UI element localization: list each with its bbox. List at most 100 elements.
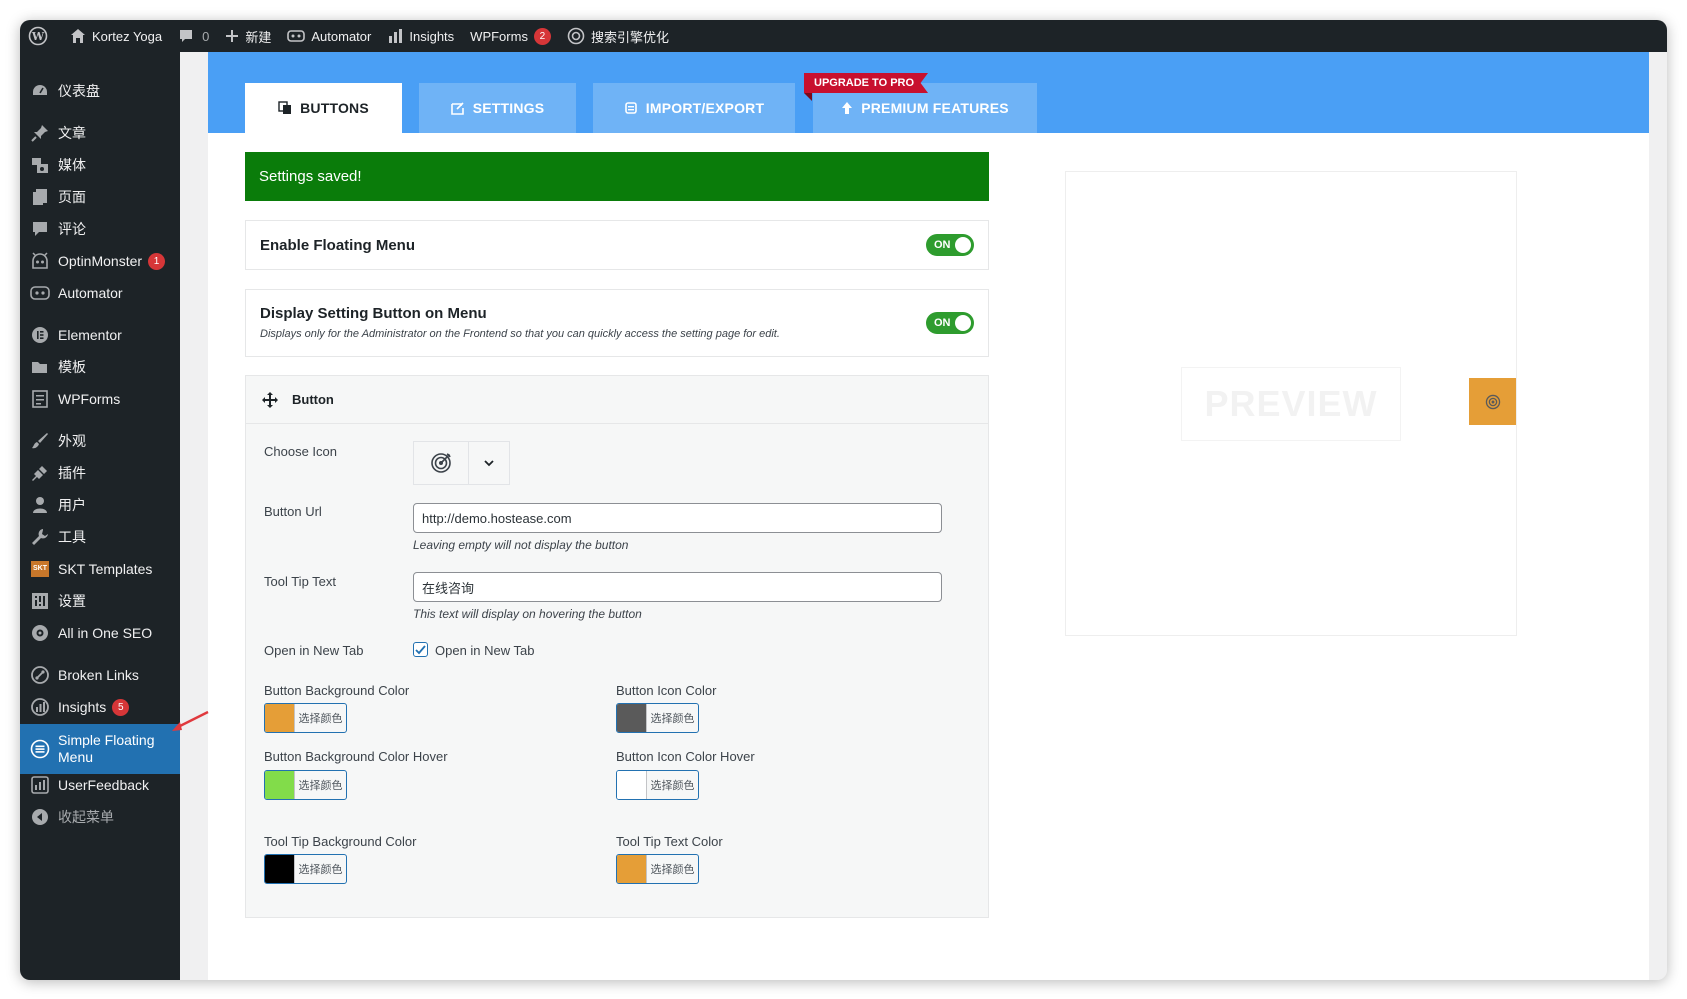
button-bg-color-hover-picker[interactable]: 选择颜色 [264, 770, 347, 800]
button-url-input[interactable]: http://demo.hostease.com [413, 503, 942, 533]
site-name-link[interactable]: Kortez Yoga [62, 20, 170, 52]
sidebar-item-appearance[interactable]: 外观 [20, 424, 180, 458]
tab-label: PREMIUM FEATURES [861, 100, 1009, 116]
admin-bar: W Kortez Yoga 0 新建 Automator Insights WP… [20, 20, 1667, 52]
sidebar-item-tools[interactable]: 工具 [20, 520, 180, 554]
wrench-icon [30, 527, 50, 547]
automator-icon [30, 283, 50, 303]
sidebar-item-label: SKT Templates [58, 561, 153, 577]
button-icon-color-hover-picker[interactable]: 选择颜色 [616, 770, 699, 800]
broken-links-icon [30, 665, 50, 685]
button-bg-color-picker[interactable]: 选择颜色 [264, 703, 347, 733]
button-section-header[interactable]: Button [246, 376, 988, 424]
sidebar-item-optinmonster[interactable]: OptinMonster 1 [20, 244, 180, 278]
sidebar-item-skt-templates[interactable]: SKT SKT Templates [20, 552, 180, 586]
sidebar-item-label: 页面 [58, 189, 86, 205]
sidebar-item-label: UserFeedback [58, 777, 150, 793]
svg-text:W: W [31, 30, 45, 43]
sidebar-item-wpforms[interactable]: WPForms [20, 382, 180, 416]
color-swatch [617, 704, 647, 732]
color-picker-label: 选择颜色 [298, 864, 343, 876]
sidebar-item-label: 媒体 [58, 157, 86, 173]
sidebar-item-users[interactable]: 用户 [20, 488, 180, 522]
settings-saved-notice: Settings saved! [245, 152, 989, 201]
open-new-tab-checkbox-label[interactable]: Open in New Tab [435, 643, 535, 658]
sidebar-item-userfeedback[interactable]: UserFeedback [20, 768, 180, 802]
site-name: Kortez Yoga [92, 28, 163, 44]
automator-link[interactable]: Automator [279, 20, 379, 52]
annotation-arrow-icon [172, 710, 209, 731]
display-setting-toggle[interactable]: ON [926, 312, 974, 334]
wordpress-icon: W [28, 26, 48, 46]
enable-floating-menu-card: Enable Floating Menu ON [245, 220, 989, 270]
wpforms-link[interactable]: WPForms 2 [462, 20, 559, 52]
color-picker-label: 选择颜色 [298, 780, 343, 792]
main-area: BUTTONS SETTINGS IMPORT/EXPORT PREMIUM F… [180, 52, 1667, 980]
sidebar-item-aioseo[interactable]: All in One SEO [20, 616, 180, 650]
collapse-icon [30, 807, 50, 827]
wordpress-logo-button[interactable]: W [20, 20, 62, 52]
new-content-link[interactable]: 新建 [217, 20, 279, 52]
comment-icon [180, 30, 193, 42]
insights-link[interactable]: Insights [379, 20, 462, 52]
sidebar-item-media[interactable]: 媒体 [20, 148, 180, 182]
sidebar-item-label: Elementor [58, 327, 122, 343]
wpforms-icon [30, 389, 50, 409]
button-settings-section: Button Choose Icon Button Url http://dem… [245, 375, 989, 918]
color-swatch [265, 855, 295, 883]
choose-icon-label: Choose Icon [264, 444, 337, 459]
toggle-label: ON [934, 317, 951, 329]
notice-text: Settings saved! [259, 168, 362, 185]
move-icon [262, 391, 278, 408]
sidebar-item-insights[interactable]: Insights 5 [20, 690, 180, 724]
sidebar-item-posts[interactable]: 文章 [20, 116, 180, 150]
button-icon-color-picker[interactable]: 选择颜色 [616, 703, 699, 733]
sidebar-item-settings[interactable]: 设置 [20, 584, 180, 618]
button-icon-color-hover-label: Button Icon Color Hover [616, 749, 755, 764]
enable-floating-menu-toggle[interactable]: ON [926, 234, 974, 256]
floating-menu-icon [30, 739, 50, 759]
sidebar-item-label-line2: Menu [58, 749, 94, 765]
chevron-down-icon[interactable] [469, 442, 509, 484]
aioseo-icon [567, 27, 585, 45]
sidebar-item-label: OptinMonster [58, 253, 143, 269]
sidebar-item-dashboard[interactable]: 仪表盘 [20, 74, 180, 108]
tooltip-text-input[interactable]: 在线咨询 [413, 572, 942, 602]
plus-icon [226, 30, 239, 42]
seo-link[interactable]: 搜索引擎优化 [559, 20, 677, 52]
copy-icon [278, 101, 292, 114]
tab-settings[interactable]: SETTINGS [419, 83, 576, 133]
upgrade-to-pro-ribbon[interactable]: UPGRADE TO PRO [804, 73, 929, 93]
sidebar-item-elementor[interactable]: Elementor [20, 318, 180, 352]
sidebar-item-automator[interactable]: Automator [20, 276, 180, 310]
display-setting-desc: Displays only for the Administrator on t… [260, 328, 780, 340]
button-url-label: Button Url [264, 504, 322, 519]
tab-import-export[interactable]: IMPORT/EXPORT [593, 83, 795, 133]
optinmonster-badge: 1 [148, 252, 166, 270]
color-picker-label: 选择颜色 [650, 713, 695, 725]
sidebar-item-collapse-menu[interactable]: 收起菜单 [20, 800, 180, 834]
sidebar-item-simple-floating-menu[interactable]: Simple Floating Menu [20, 724, 180, 774]
open-new-tab-checkbox[interactable] [413, 642, 428, 657]
sidebar-item-label: 用户 [58, 497, 86, 513]
color-picker-label: 选择颜色 [650, 864, 695, 876]
comments-link[interactable]: 0 [170, 20, 217, 52]
tab-label: IMPORT/EXPORT [645, 100, 765, 116]
sidebar-item-plugins[interactable]: 插件 [20, 456, 180, 490]
tab-buttons[interactable]: BUTTONS [245, 83, 402, 133]
target-icon [1485, 394, 1500, 409]
icon-picker[interactable] [413, 441, 510, 485]
sidebar-item-label: Automator [58, 285, 123, 301]
sidebar-item-label: 收起菜单 [58, 809, 114, 825]
sidebar-item-templates[interactable]: 模板 [20, 350, 180, 384]
color-swatch [617, 771, 647, 799]
sidebar-item-broken-links[interactable]: Broken Links [20, 658, 180, 692]
preview-floating-button[interactable] [1469, 378, 1516, 425]
comment-icon [30, 219, 50, 239]
sidebar-item-comments[interactable]: 评论 [20, 212, 180, 246]
tooltip-text-color-label: Tool Tip Text Color [616, 834, 723, 849]
wpforms-badge: 2 [533, 27, 551, 45]
tooltip-bg-color-picker[interactable]: 选择颜色 [264, 854, 347, 884]
tooltip-text-color-picker[interactable]: 选择颜色 [616, 854, 699, 884]
sidebar-item-pages[interactable]: 页面 [20, 180, 180, 214]
